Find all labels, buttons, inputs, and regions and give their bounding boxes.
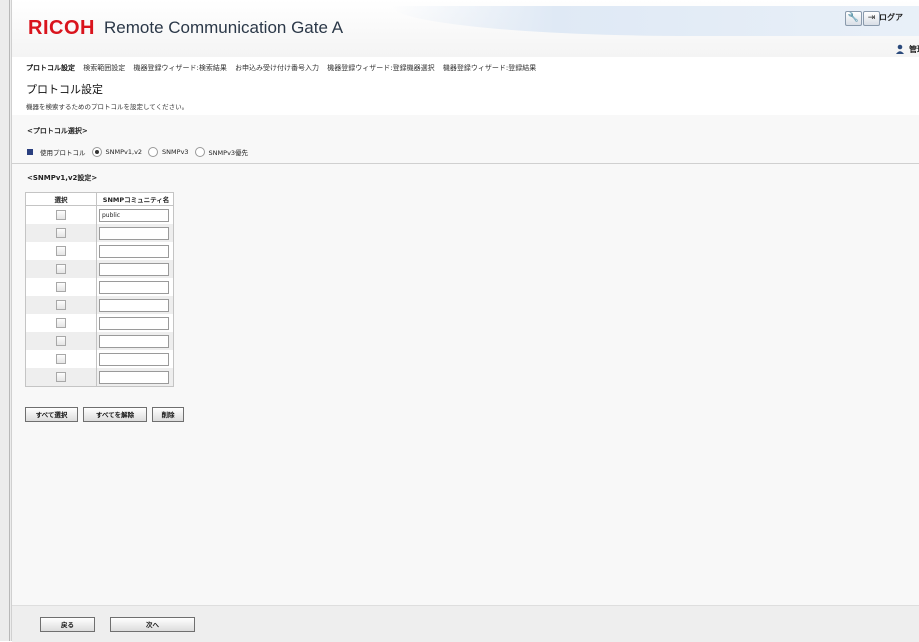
header-decoration [392, 6, 919, 36]
radio-label-snmpv3[interactable]: SNMPv3 [162, 148, 189, 156]
select-all-button[interactable]: すべて選択 [25, 407, 78, 422]
ricoh-logo: RICOH [28, 17, 95, 39]
community-input[interactable] [99, 244, 169, 258]
table-row [25, 242, 174, 260]
table-row [25, 296, 174, 314]
column-header-select: 選択 [25, 192, 97, 206]
page-description: 機器を検索するためのプロトコルを設定してください。 [26, 103, 189, 111]
bullet-square-icon [27, 149, 33, 155]
protocol-section-title: <プロトコル選択> [27, 127, 88, 135]
logout-link[interactable]: ログア [879, 12, 903, 23]
logout-arrow-icon[interactable]: ⇥ [863, 11, 880, 26]
row-checkbox[interactable] [56, 300, 66, 310]
nav-step-device-select[interactable]: 機器登録ウィザード:登録機器選択 [327, 64, 434, 72]
nav-step-application-number[interactable]: お申込み受け付け番号入力 [235, 64, 319, 72]
protocol-label: 使用プロトコル [40, 149, 86, 157]
section-divider [12, 163, 919, 164]
snmp-section-title: <SNMPv1,v2設定> [27, 174, 98, 182]
nav-step-search-range[interactable]: 検索範囲設定 [83, 64, 125, 72]
community-input[interactable]: public [99, 208, 169, 222]
nav-step-register-result[interactable]: 機器登録ウィザード:登録結果 [443, 64, 536, 72]
next-button[interactable]: 次へ [110, 617, 195, 632]
nav-step-protocol[interactable]: プロトコル設定 [26, 64, 75, 72]
radio-snmpv3[interactable] [148, 147, 159, 157]
protocol-row: 使用プロトコル SNMPv1,v2 SNMPv3 SNMPv3優先 [27, 147, 248, 157]
row-checkbox[interactable] [56, 210, 66, 220]
header-bar: RICOH Remote Communication Gate A 🔧 ⇥ ログ… [12, 0, 919, 57]
snmp-community-table: 選択 SNMPコミュニティ名 public [25, 192, 174, 387]
row-checkbox[interactable] [56, 282, 66, 292]
row-checkbox[interactable] [56, 336, 66, 346]
table-row: public [25, 205, 174, 224]
community-input[interactable] [99, 316, 169, 330]
row-checkbox[interactable] [56, 318, 66, 328]
community-input[interactable] [99, 334, 169, 348]
community-input[interactable] [99, 262, 169, 276]
product-title: Remote Communication Gate A [104, 18, 344, 37]
table-row [25, 350, 174, 368]
radio-label-snmpv1v2[interactable]: SNMPv1,v2 [106, 148, 143, 156]
table-row [25, 260, 174, 278]
community-input[interactable] [99, 280, 169, 294]
back-button[interactable]: 戻る [40, 617, 95, 632]
community-input[interactable] [99, 352, 169, 366]
table-row [25, 368, 174, 387]
table-row [25, 224, 174, 242]
community-input[interactable] [99, 370, 169, 384]
wizard-steps: プロトコル設定 検索範囲設定 機器登録ウィザード:検索結果 お申込み受け付け番号… [26, 63, 542, 73]
row-checkbox[interactable] [56, 246, 66, 256]
column-header-community: SNMPコミュニティ名 [96, 192, 174, 206]
user-name: 管理 [909, 45, 919, 54]
row-checkbox[interactable] [56, 228, 66, 238]
left-frame-border [0, 0, 12, 641]
radio-label-snmpv3-priority[interactable]: SNMPv3優先 [209, 147, 249, 157]
row-checkbox[interactable] [56, 264, 66, 274]
radio-snmpv3-priority[interactable] [194, 147, 205, 157]
table-row [25, 332, 174, 350]
user-icon [896, 44, 904, 54]
community-input[interactable] [99, 226, 169, 240]
wrench-icon[interactable]: 🔧 [845, 11, 862, 26]
page-title: プロトコル設定 [26, 83, 103, 96]
table-row [25, 314, 174, 332]
table-row [25, 278, 174, 296]
deselect-all-button[interactable]: すべてを解除 [83, 407, 147, 422]
community-input[interactable] [99, 298, 169, 312]
radio-snmpv1v2[interactable] [91, 147, 102, 157]
nav-step-search-result[interactable]: 機器登録ウィザード:検索結果 [133, 64, 226, 72]
delete-button[interactable]: 削除 [152, 407, 184, 422]
row-checkbox[interactable] [56, 354, 66, 364]
row-checkbox[interactable] [56, 372, 66, 382]
